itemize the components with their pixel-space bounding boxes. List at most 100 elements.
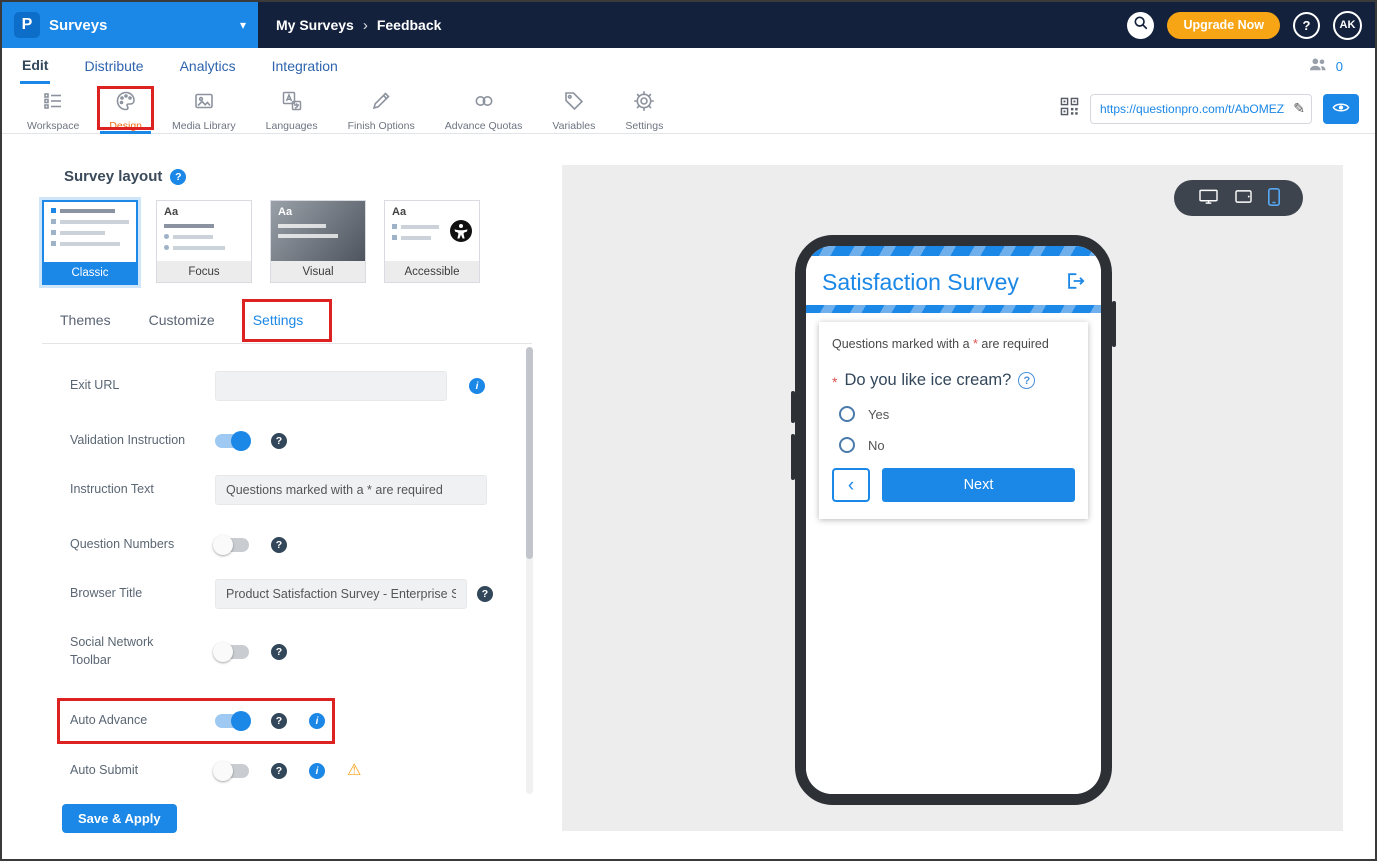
question-mark-icon: ? <box>1303 18 1311 33</box>
scrollbar-thumb[interactable] <box>526 347 533 559</box>
survey-header: Satisfaction Survey <box>806 256 1101 305</box>
product-switcher[interactable]: P Surveys ▾ <box>2 2 258 48</box>
question-help-icon[interactable]: ? <box>1018 372 1035 389</box>
breadcrumb-my-surveys[interactable]: My Surveys <box>276 17 354 33</box>
help-button[interactable]: ? <box>1293 12 1320 39</box>
logo-letter: P <box>22 16 33 34</box>
tabs-divider <box>42 343 532 344</box>
page-title: Survey layout <box>64 168 162 185</box>
help-icon[interactable]: ? <box>271 713 287 729</box>
auto-advance-toggle[interactable] <box>215 714 249 728</box>
next-button[interactable]: Next <box>882 468 1075 502</box>
translate-icon <box>281 90 303 117</box>
info-icon[interactable]: i <box>309 763 325 779</box>
links-icon <box>473 90 495 117</box>
layout-option-classic[interactable]: Classic <box>42 200 138 285</box>
phone-volume-button <box>791 434 795 480</box>
monitor-icon <box>1198 188 1219 208</box>
toolbar-item-languages[interactable]: Languages <box>257 84 327 134</box>
collaborators[interactable]: 0 <box>1307 56 1357 77</box>
browser-title-input[interactable] <box>215 579 467 609</box>
auto-submit-label: Auto Submit <box>70 762 215 780</box>
nav-item-edit[interactable]: Edit <box>20 48 50 84</box>
breadcrumb: My Surveys › Feedback <box>276 17 441 34</box>
setting-row-social-network-toolbar: Social Network Toolbar ? <box>70 634 530 669</box>
toolbar-item-settings[interactable]: Settings <box>616 84 672 134</box>
design-toolbar: Workspace Design Media Library Languages… <box>2 84 1375 134</box>
survey-url-input[interactable] <box>1090 94 1312 124</box>
question-numbers-toggle[interactable] <box>215 538 249 552</box>
accessibility-icon <box>449 219 473 243</box>
help-icon[interactable]: ? <box>271 644 287 660</box>
layout-help-icon[interactable]: ? <box>170 169 186 185</box>
toolbar-item-media-library[interactable]: Media Library <box>163 84 245 134</box>
preview-eye-button[interactable] <box>1323 94 1359 124</box>
toolbar-item-finish-options[interactable]: Finish Options <box>339 84 424 134</box>
exit-url-input[interactable] <box>215 371 447 401</box>
layout-option-accessible[interactable]: Aa Accessible <box>384 200 480 283</box>
social-network-toolbar-toggle[interactable] <box>215 645 249 659</box>
help-icon[interactable]: ? <box>477 586 493 602</box>
info-icon[interactable]: i <box>469 378 485 394</box>
answer-options: Yes No <box>839 406 1075 453</box>
question-text: Do you like ice cream? <box>844 371 1011 390</box>
tablet-preview-button[interactable] <box>1234 189 1253 207</box>
radio-option-yes[interactable]: Yes <box>839 406 1075 422</box>
validation-instruction-toggle[interactable] <box>215 434 249 448</box>
layout-option-focus[interactable]: Aa Focus <box>156 200 252 283</box>
toolbar-item-advance-quotas[interactable]: Advance Quotas <box>436 84 532 134</box>
option-label: No <box>868 438 885 453</box>
question-row: * Do you like ice cream? ? <box>832 371 1075 390</box>
search-button[interactable] <box>1127 12 1154 39</box>
focus-thumbnail: Aa <box>157 201 251 261</box>
toolbar-item-variables[interactable]: Variables <box>543 84 604 134</box>
radio-icon[interactable] <box>839 406 855 422</box>
exit-icon <box>1065 271 1085 294</box>
auto-submit-toggle[interactable] <box>215 764 249 778</box>
back-button[interactable]: ‹ <box>832 468 870 502</box>
help-icon[interactable]: ? <box>271 537 287 553</box>
mobile-preview-button[interactable] <box>1268 188 1280 209</box>
preview-panel: Satisfaction Survey Questions marked wit… <box>562 165 1343 831</box>
pencil-brush-icon <box>370 90 392 117</box>
validation-instruction-label: Validation Instruction <box>70 432 215 450</box>
toolbar-item-design[interactable]: Design <box>100 84 151 134</box>
collaborators-count: 0 <box>1336 59 1343 74</box>
instruction-text-input[interactable] <box>215 475 487 505</box>
nav-item-analytics[interactable]: Analytics <box>178 48 238 84</box>
phone-icon <box>1268 188 1280 209</box>
save-apply-button[interactable]: Save & Apply <box>62 804 177 833</box>
nav-item-distribute[interactable]: Distribute <box>82 48 145 84</box>
people-icon <box>1307 56 1329 77</box>
left-panel-scrollbar[interactable] <box>526 347 533 794</box>
question-card: Questions marked with a * are required *… <box>819 322 1088 519</box>
radio-icon[interactable] <box>839 437 855 453</box>
tab-settings[interactable]: Settings <box>253 312 304 328</box>
nav-item-integration[interactable]: Integration <box>270 48 340 84</box>
search-icon <box>1133 15 1148 35</box>
survey-layout-title: Survey layout ? <box>64 168 186 185</box>
desktop-preview-button[interactable] <box>1198 188 1219 208</box>
help-icon[interactable]: ? <box>271 433 287 449</box>
layout-option-visual[interactable]: Aa Visual <box>270 200 366 283</box>
info-icon[interactable]: i <box>309 713 325 729</box>
tab-customize[interactable]: Customize <box>149 312 215 328</box>
device-switcher <box>1174 180 1303 216</box>
edit-pencil-icon[interactable]: ✎ <box>1293 100 1305 117</box>
avatar[interactable]: AK <box>1333 11 1362 40</box>
exit-survey-button[interactable] <box>1065 271 1085 294</box>
instruction-text-label: Instruction Text <box>70 481 215 499</box>
radio-option-no[interactable]: No <box>839 437 1075 453</box>
help-icon[interactable]: ? <box>271 763 287 779</box>
visual-thumbnail: Aa <box>271 201 365 261</box>
chevron-left-icon: ‹ <box>848 476 854 495</box>
warning-icon[interactable]: ⚠ <box>347 763 361 779</box>
upgrade-now-button[interactable]: Upgrade Now <box>1167 12 1280 39</box>
option-label: Yes <box>868 407 889 422</box>
toolbar-item-workspace[interactable]: Workspace <box>18 84 88 134</box>
survey-url-field: ✎ <box>1090 94 1312 124</box>
phone-screen: Satisfaction Survey Questions marked wit… <box>806 246 1101 794</box>
tab-themes[interactable]: Themes <box>60 312 111 328</box>
required-note: Questions marked with a * are required <box>832 337 1075 351</box>
qr-code-icon[interactable] <box>1060 97 1079 121</box>
